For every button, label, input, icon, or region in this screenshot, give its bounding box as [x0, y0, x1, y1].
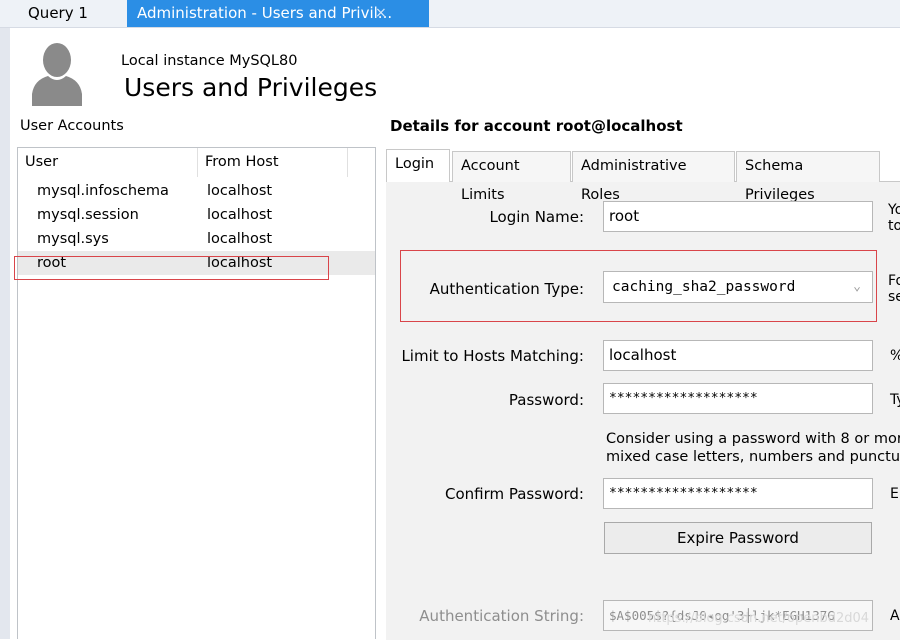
password-label: Password:: [508, 391, 584, 409]
account-host: localhost: [207, 231, 273, 247]
auth-string-label: Authentication String:: [419, 607, 584, 625]
watermark-text: https://blog.csdn.net/openbd2d04: [648, 611, 870, 626]
hosts-help: %: [890, 348, 900, 364]
auth-type-value: caching_sha2_password: [612, 279, 796, 295]
list-item[interactable]: mysql.session localhost: [18, 203, 375, 227]
user-accounts-list[interactable]: User From Host mysql.infoschema localhos…: [17, 147, 376, 639]
tab-query-1[interactable]: Query 1: [10, 0, 127, 27]
login-name-input[interactable]: root: [603, 201, 873, 232]
column-header-user[interactable]: User: [18, 148, 198, 177]
tab-account-limits[interactable]: Account Limits: [452, 151, 571, 203]
help-text-line: Yo: [888, 202, 900, 218]
account-user: mysql.sys: [37, 231, 109, 247]
user-avatar-icon: [32, 43, 82, 106]
help-text-line: Fo: [888, 273, 900, 289]
login-name-label: Login Name:: [489, 208, 584, 226]
tab-schema-privileges[interactable]: Schema Privileges: [736, 151, 880, 203]
tab-login[interactable]: Login: [386, 149, 450, 182]
auth-string-help: A: [890, 608, 900, 624]
tab-administration-users[interactable]: Administration - Users and Privil... ×: [127, 0, 429, 27]
confirm-password-label: Confirm Password:: [444, 485, 584, 503]
user-accounts-label: User Accounts: [20, 118, 124, 134]
advice-line: Consider using a password with 8 or more: [606, 431, 900, 447]
password-advice: Consider using a password with 8 or more…: [606, 430, 900, 466]
expire-password-button[interactable]: Expire Password: [604, 522, 872, 554]
auth-type-help: Fo se: [888, 273, 900, 305]
list-item[interactable]: mysql.sys localhost: [18, 227, 375, 251]
auth-type-select[interactable]: caching_sha2_password ⌄: [603, 271, 873, 303]
confirm-help: Er: [890, 486, 900, 502]
hosts-matching-input[interactable]: localhost: [603, 340, 873, 371]
help-text-line: to: [888, 218, 900, 234]
details-title: Details for account root@localhost: [390, 117, 683, 135]
editor-tab-bar: Query 1 Administration - Users and Privi…: [0, 0, 900, 28]
tab-administration-label: Administration - Users and Privil...: [137, 4, 393, 22]
account-user: mysql.session: [37, 207, 139, 223]
auth-type-label: Authentication Type:: [429, 280, 584, 298]
confirm-password-input[interactable]: *******************: [603, 478, 873, 509]
advice-line: mixed case letters, numbers and punctua: [606, 449, 900, 465]
instance-name: Local instance MySQL80: [121, 53, 298, 69]
close-icon[interactable]: ×: [375, 0, 387, 26]
help-text-line: se: [888, 289, 900, 305]
account-user: mysql.infoschema: [37, 183, 169, 199]
highlight-box-root-row: [14, 256, 329, 280]
column-header-from-host[interactable]: From Host: [198, 148, 348, 177]
page-title: Users and Privileges: [124, 73, 378, 102]
password-help: Ty: [890, 392, 900, 408]
password-input[interactable]: *******************: [603, 383, 873, 414]
chevron-down-icon[interactable]: ⌄: [846, 272, 868, 302]
account-host: localhost: [207, 183, 273, 199]
tab-administrative-roles[interactable]: Administrative Roles: [572, 151, 735, 203]
account-host: localhost: [207, 207, 273, 223]
list-item[interactable]: mysql.infoschema localhost: [18, 179, 375, 203]
login-name-help: Yo to: [888, 202, 900, 234]
hosts-matching-label: Limit to Hosts Matching:: [401, 347, 584, 365]
left-edge-strip: [0, 0, 10, 639]
